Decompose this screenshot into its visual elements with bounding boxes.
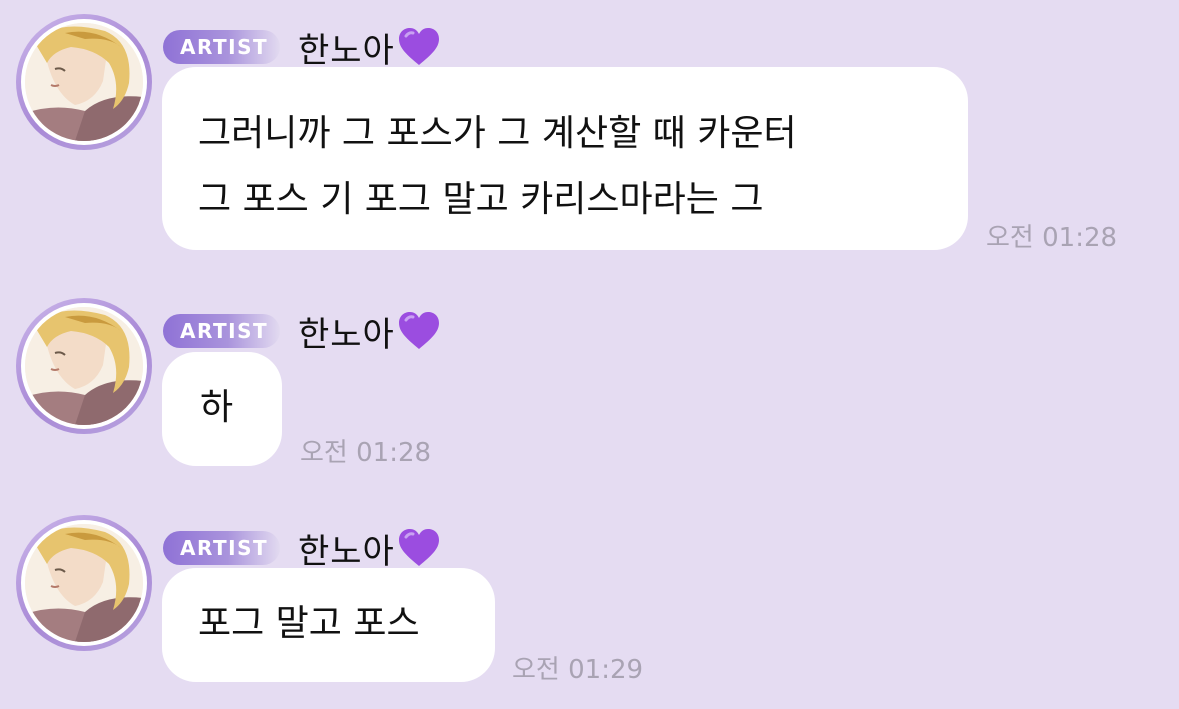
artist-badge: ARTIST: [163, 314, 280, 348]
message-bubble[interactable]: 하: [162, 352, 282, 466]
timestamp: 오전 01:28: [986, 223, 1118, 253]
sender-name[interactable]: 한노아: [298, 523, 441, 573]
sender-name-text: 한노아: [298, 30, 395, 71]
sender-name[interactable]: 한노아: [298, 22, 441, 72]
message-text: 그러니까 그 포스가 그 계산할 때 카운터: [198, 113, 797, 154]
avatar[interactable]: [16, 14, 152, 150]
timestamp: 오전 01:29: [512, 655, 644, 685]
purple-heart-icon: [397, 27, 441, 67]
message-bubble[interactable]: 그러니까 그 포스가 그 계산할 때 카운터 그 포스 기 포그 말고 카리스마…: [162, 67, 968, 250]
artist-badge: ARTIST: [163, 30, 280, 64]
avatar-image: [25, 524, 143, 642]
artist-badge: ARTIST: [163, 531, 280, 565]
purple-heart-icon: [397, 311, 441, 351]
avatar[interactable]: [16, 298, 152, 434]
sender-name-text: 한노아: [298, 531, 395, 572]
sender-name-text: 한노아: [298, 314, 395, 355]
avatar[interactable]: [16, 515, 152, 651]
message-text: 하: [200, 387, 234, 428]
sender-name[interactable]: 한노아: [298, 306, 441, 356]
message-bubble[interactable]: 포그 말고 포스: [162, 568, 495, 682]
avatar-image: [25, 307, 143, 425]
message-text: 포그 말고 포스: [198, 603, 420, 644]
timestamp: 오전 01:28: [300, 438, 432, 468]
avatar-image: [25, 23, 143, 141]
purple-heart-icon: [397, 528, 441, 568]
message-text: 그 포스 기 포그 말고 카리스마라는 그: [198, 179, 764, 220]
